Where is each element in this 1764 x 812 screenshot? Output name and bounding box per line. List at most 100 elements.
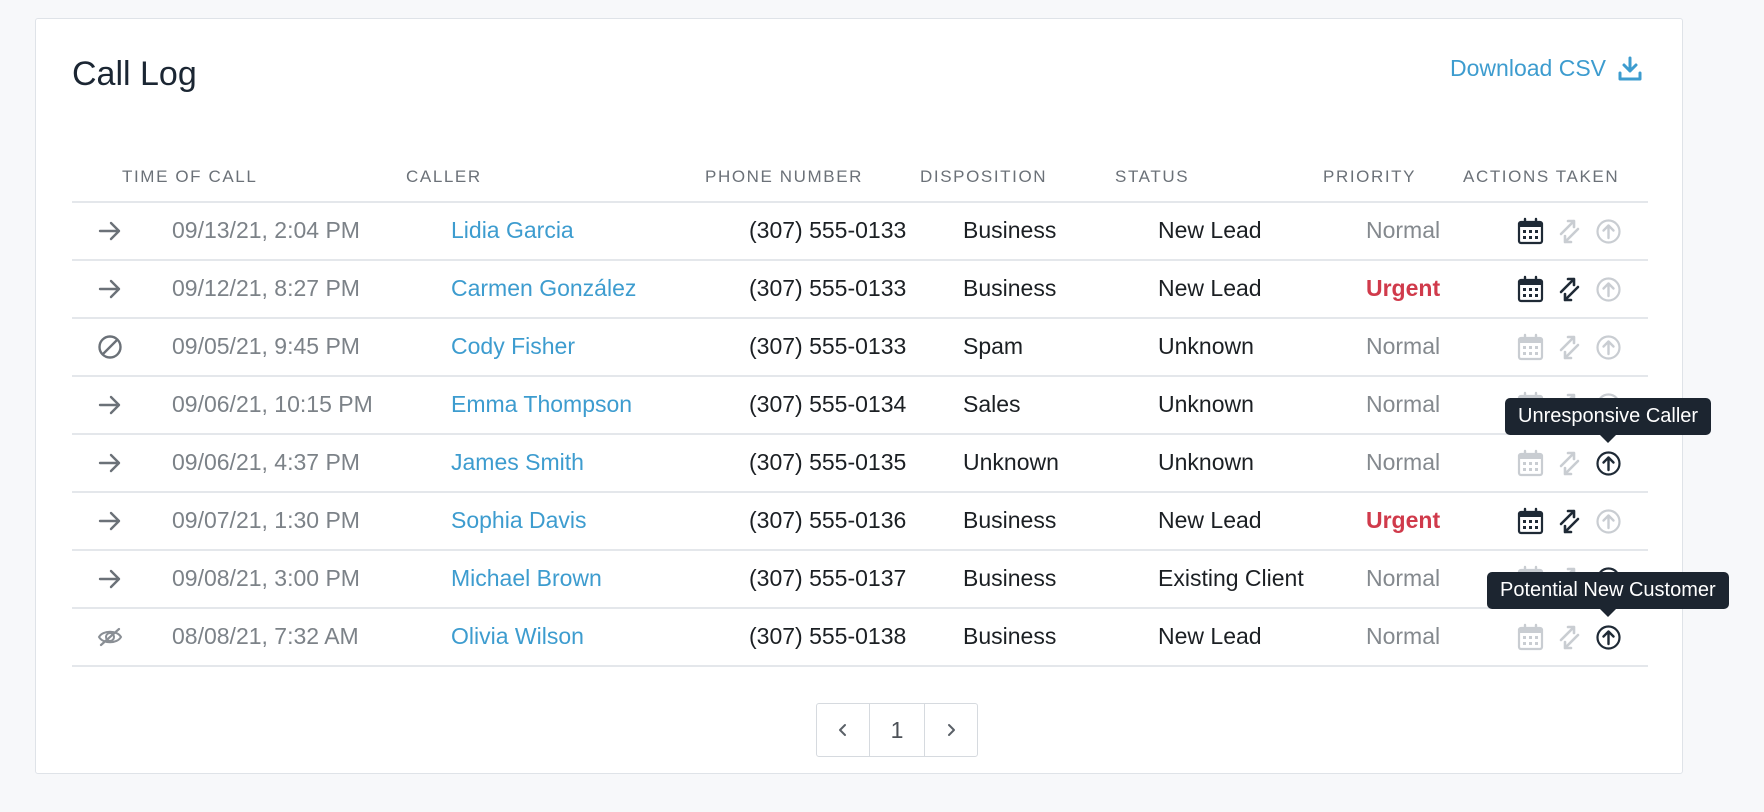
phone-number: (307) 555-0136	[749, 507, 907, 533]
status: Unknown	[1158, 391, 1254, 417]
call-time: 09/06/21, 4:37 PM	[172, 449, 360, 475]
download-csv-button[interactable]: Download CSV	[1450, 55, 1642, 82]
phone-number: (307) 555-0138	[749, 623, 907, 649]
phone-number: (307) 555-0133	[749, 275, 907, 301]
column-header-priority: PRIORITY	[1323, 167, 1417, 186]
status: Unknown	[1158, 333, 1254, 359]
tooltip: Potential New Customer	[1487, 572, 1729, 617]
actions-taken	[1516, 333, 1623, 362]
column-header-caller: CALLER	[406, 167, 482, 186]
transfer-icon[interactable]	[1555, 275, 1584, 304]
calendar-icon[interactable]	[1516, 275, 1545, 304]
priority: Normal	[1366, 565, 1441, 591]
priority: Urgent	[1366, 507, 1441, 533]
phone-number: (307) 555-0134	[749, 391, 907, 417]
column-header-disposition: DISPOSITION	[920, 167, 1048, 186]
tooltip: Unresponsive Caller	[1505, 398, 1712, 443]
actions-taken	[1516, 449, 1623, 478]
pagination: 1	[816, 703, 978, 757]
blocked-icon	[96, 333, 124, 361]
table-row: 09/13/21, 2:04 PM Lidia Garcia (307) 555-0…	[72, 203, 1648, 261]
page-number-button[interactable]: 1	[870, 704, 925, 756]
hidden-eye-icon	[96, 623, 124, 651]
phone-number: (307) 555-0137	[749, 565, 907, 591]
call-time: 09/13/21, 2:04 PM	[172, 217, 360, 243]
disposition: Business	[963, 507, 1057, 533]
caller-link[interactable]: James Smith	[451, 449, 584, 476]
transfer-icon[interactable]	[1555, 333, 1584, 362]
phone-number: (307) 555-0135	[749, 449, 907, 475]
priority: Normal	[1366, 449, 1441, 475]
disposition: Business	[963, 217, 1057, 243]
disposition: Spam	[963, 333, 1024, 359]
transfer-icon[interactable]	[1555, 449, 1584, 478]
transfer-icon[interactable]	[1555, 623, 1584, 652]
page-title: Call Log	[72, 55, 197, 93]
next-page-button[interactable]	[925, 704, 977, 756]
transfer-icon[interactable]	[1555, 217, 1584, 246]
table-body: 09/13/21, 2:04 PM Lidia Garcia (307) 555-0…	[72, 203, 1648, 667]
phone-number: (307) 555-0133	[749, 333, 907, 359]
column-header-time: TIME OF CALL	[122, 167, 258, 186]
table-row: 09/08/21, 3:00 PM Michael Brown (307) 555-…	[72, 551, 1648, 609]
escalate-icon[interactable]	[1594, 623, 1623, 652]
transfer-icon[interactable]	[1555, 507, 1584, 536]
column-header-status: STATUS	[1115, 167, 1190, 186]
disposition: Sales	[963, 391, 1021, 417]
phone-number: (307) 555-0133	[749, 217, 907, 243]
disposition: Unknown	[963, 449, 1059, 475]
priority: Normal	[1366, 217, 1441, 243]
prev-page-button[interactable]	[817, 704, 870, 756]
calendar-icon[interactable]	[1516, 507, 1545, 536]
disposition: Business	[963, 623, 1057, 649]
escalate-icon[interactable]	[1594, 449, 1623, 478]
call-time: 09/06/21, 10:15 PM	[172, 391, 373, 417]
arrow-right-icon	[96, 565, 124, 593]
priority: Normal	[1366, 333, 1441, 359]
arrow-right-icon	[96, 217, 124, 245]
disposition: Business	[963, 275, 1057, 301]
status: New Lead	[1158, 507, 1262, 533]
call-time: 09/12/21, 8:27 PM	[172, 275, 360, 301]
disposition: Business	[963, 565, 1057, 591]
caller-link[interactable]: Olivia Wilson	[451, 623, 584, 650]
caller-link[interactable]: Sophia Davis	[451, 507, 587, 534]
escalate-icon[interactable]	[1594, 275, 1623, 304]
arrow-right-icon	[96, 507, 124, 535]
escalate-icon[interactable]	[1594, 333, 1623, 362]
calendar-icon[interactable]	[1516, 333, 1545, 362]
escalate-icon[interactable]	[1594, 507, 1623, 536]
caller-link[interactable]: Cody Fisher	[451, 333, 575, 360]
actions-taken	[1516, 507, 1623, 536]
table-row: 09/06/21, 4:37 PM James Smith (307) 555-01…	[72, 435, 1648, 493]
status: New Lead	[1158, 217, 1262, 243]
table-row: 09/05/21, 9:45 PM Cody Fisher (307) 555-01…	[72, 319, 1648, 377]
caller-link[interactable]: Lidia Garcia	[451, 217, 574, 244]
chevron-right-icon	[948, 724, 955, 736]
priority: Normal	[1366, 623, 1441, 649]
priority: Normal	[1366, 391, 1441, 417]
calendar-icon[interactable]	[1516, 217, 1545, 246]
call-log-card: Call Log Download CSV TIME OF CALL CALLE…	[35, 18, 1683, 774]
escalate-icon[interactable]	[1594, 217, 1623, 246]
actions-taken	[1516, 275, 1623, 304]
caller-link[interactable]: Emma Thompson	[451, 391, 632, 418]
call-time: 09/07/21, 1:30 PM	[172, 507, 360, 533]
actions-taken	[1516, 623, 1623, 652]
arrow-right-icon	[96, 275, 124, 303]
download-icon	[1618, 56, 1642, 80]
table-row: 08/08/21, 7:32 AM Olivia Wilson (307) 555-…	[72, 609, 1648, 667]
chevron-left-icon	[839, 724, 846, 736]
actions-taken	[1516, 217, 1623, 246]
column-header-actions: ACTIONS TAKEN	[1463, 167, 1620, 186]
download-csv-label: Download CSV	[1450, 55, 1606, 81]
calendar-icon[interactable]	[1516, 449, 1545, 478]
call-time: 09/05/21, 9:45 PM	[172, 333, 360, 359]
status: New Lead	[1158, 623, 1262, 649]
table-header: TIME OF CALL CALLER PHONE NUMBER DISPOSI…	[72, 139, 1648, 203]
call-time: 08/08/21, 7:32 AM	[172, 623, 359, 649]
column-header-phone: PHONE NUMBER	[705, 167, 864, 186]
caller-link[interactable]: Carmen González	[451, 275, 636, 302]
caller-link[interactable]: Michael Brown	[451, 565, 602, 592]
calendar-icon[interactable]	[1516, 623, 1545, 652]
